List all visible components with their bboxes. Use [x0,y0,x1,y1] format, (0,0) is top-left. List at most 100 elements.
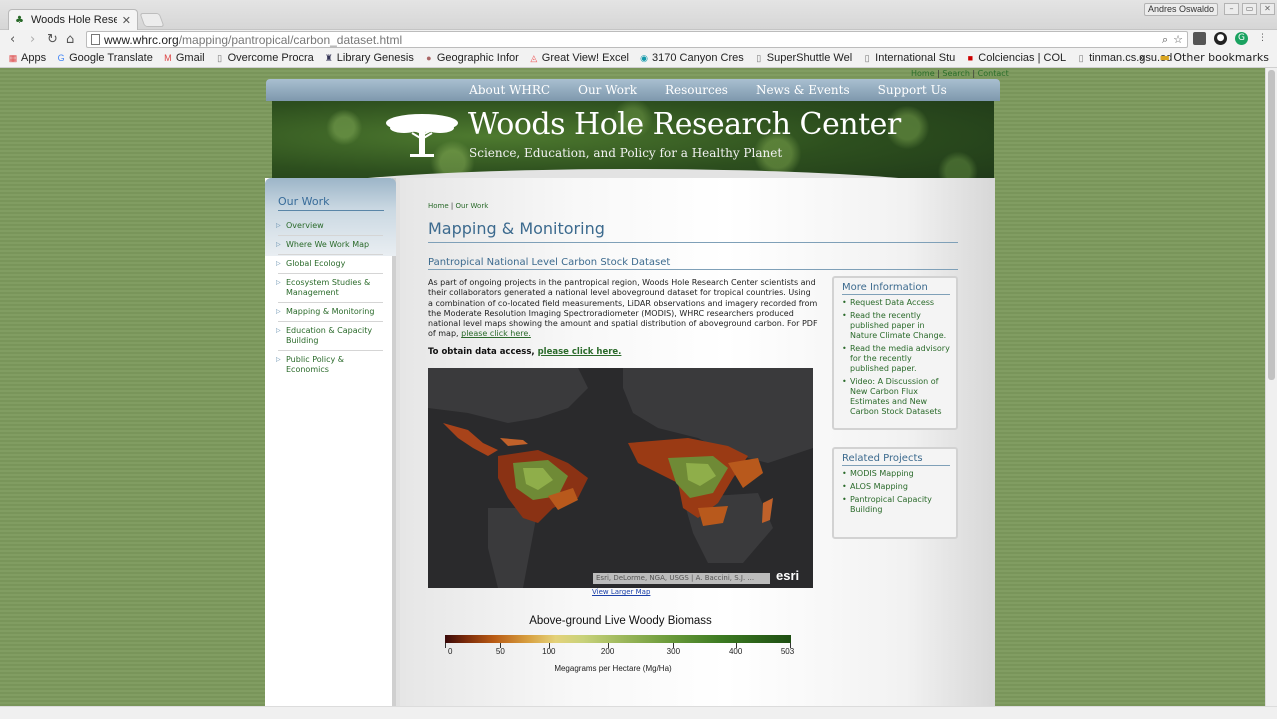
util-search-link[interactable]: Search [942,69,969,78]
browser-toolbar: ‹ › ↻ ⌂ www.whrc.org/mapping/pantropical… [0,30,1277,49]
other-bookmarks-folder[interactable]: ▬ Other bookmarks [1159,51,1269,64]
legend-label: 300 [666,647,681,656]
page-icon: ▯ [864,53,870,63]
zoom-search-icon[interactable]: ⌕ [1162,33,1168,47]
other-bookmarks-label: Other bookmarks [1173,51,1269,64]
bookmark-item[interactable]: ● Geographic Infor [424,52,519,64]
browser-tab[interactable]: ♣ Woods Hole Researc ✕ [8,9,138,30]
forward-icon[interactable]: › [30,32,35,47]
back-icon[interactable]: ‹ [10,32,15,47]
bookmark-item[interactable]: ■ Colciencias | COL [965,52,1067,64]
sidebar-item-where-we-work[interactable]: Where We Work Map [276,236,383,255]
pdf-link[interactable]: please click here. [461,329,531,338]
colciencias-icon: ■ [967,53,973,63]
breadcrumb-home[interactable]: Home [428,202,449,210]
esri-logo: esri [776,568,800,583]
bookmark-item[interactable]: ◉ 3170 Canyon Cres [639,52,744,64]
bookmark-label: Google Translate [69,52,153,64]
bookmark-label: SuperShuttle Wel [766,52,853,64]
bookmark-label: 3170 Canyon Cres [652,52,744,64]
browser-titlebar: ♣ Woods Hole Researc ✕ Andres Oswaldo – … [0,0,1277,30]
bookmark-label: Overcome Procra [227,52,314,64]
nav-support-us[interactable]: Support Us [864,79,961,101]
bookmark-item[interactable]: ▯ Overcome Procra [215,52,314,64]
paper-link[interactable]: Read the recently published paper in Nat… [842,311,950,341]
menu-icon[interactable]: ⋮ [1256,32,1269,45]
bookmarks-bar: ▦ Apps G Google Translate M Gmail ▯ Overcome Pr… [0,49,1277,68]
biomass-map[interactable]: Esri, DeLorme, NGA, USGS | A. Baccini, S… [428,368,813,588]
sidebar-item-education[interactable]: Education & Capacity Building [276,322,383,351]
dark-extension-icon[interactable]: ● [1214,32,1227,45]
horizontal-scrollbar[interactable] [0,706,1277,719]
grammarly-icon[interactable]: G [1235,32,1248,45]
sidebar-item-mapping[interactable]: Mapping & Monitoring [276,303,383,322]
home-icon[interactable]: ⌂ [66,32,74,47]
bookmark-item[interactable]: ♜ Library Genesis [324,52,414,64]
window-close-button[interactable]: ✕ [1260,3,1275,15]
legend-label: 100 [542,647,556,656]
library-icon: ♜ [324,53,333,63]
view-larger-map-link[interactable]: View Larger Map [592,588,650,596]
maximize-button[interactable]: ▭ [1242,3,1257,15]
apps-grid-icon: ▦ [8,53,18,63]
legend-label: 400 [728,647,743,656]
more-information-box: More Information Request Data Access Rea… [832,276,958,430]
map-pin-icon: ◉ [640,53,648,63]
data-access-link[interactable]: please click here. [538,347,622,357]
brand-name[interactable]: Woods Hole Research Center [468,107,901,142]
new-tab-button[interactable] [139,13,165,27]
extension-icon[interactable] [1193,32,1206,45]
globe-icon: ● [426,53,432,63]
sidebar-item-global-ecology[interactable]: Global Ecology [276,255,383,274]
sidebar-list: Overview Where We Work Map Global Ecolog… [276,217,383,379]
bookmark-item[interactable]: ▯ SuperShuttle Wel [754,52,852,64]
folder-icon: ▬ [1159,51,1170,64]
legend-label: 0 [447,647,453,656]
video-link[interactable]: Video: A Discussion of New Carbon Flux E… [842,377,950,417]
sidebar-item-ecosystem-studies[interactable]: Ecosystem Studies & Management [276,274,383,303]
vertical-scrollbar[interactable] [1265,68,1277,706]
bookmark-item[interactable]: M Gmail [163,52,204,64]
site-banner: Woods Hole Research Center Science, Educ… [272,101,994,189]
bookmark-item[interactable]: ◬ Great View! Excel [529,52,629,64]
related-projects-box: Related Projects MODIS Mapping ALOS Mapp… [832,447,958,539]
gmail-icon: M [164,53,172,63]
access-text: To obtain data access, [428,347,535,357]
airbnb-icon: ◬ [530,53,538,63]
bookmark-label: Geographic Infor [436,52,519,64]
nav-about[interactable]: About WHRC [455,79,564,101]
bookmark-item[interactable]: ▯ International Stu [862,52,956,64]
nav-news-events[interactable]: News & Events [742,79,864,101]
tree-favicon-icon: ♣ [15,14,24,26]
bookmarks-overflow-button[interactable]: » [1139,51,1146,64]
modis-mapping-link[interactable]: MODIS Mapping [842,469,950,479]
nav-resources[interactable]: Resources [651,79,742,101]
bookmark-item[interactable]: ▦ Apps [8,52,46,64]
tree-logo-icon[interactable] [382,109,462,159]
alos-mapping-link[interactable]: ALOS Mapping [842,482,950,492]
media-advisory-link[interactable]: Read the media advisory for the recently… [842,344,950,374]
legend-label: 503 [780,647,795,656]
sidebar-item-overview[interactable]: Overview [276,217,383,236]
nav-our-work[interactable]: Our Work [564,79,651,101]
bookmark-star-icon[interactable]: ☆ [1173,33,1183,47]
breadcrumb-our-work[interactable]: Our Work [455,202,488,210]
reload-icon[interactable]: ↻ [47,32,58,47]
sidebar-heading[interactable]: Our Work [278,195,384,211]
url-path: /mapping/pantropical/carbon_dataset.html [178,32,403,47]
profile-button[interactable]: Andres Oswaldo [1144,3,1218,16]
sidebar-item-public-policy[interactable]: Public Policy & Economics [276,351,383,379]
request-data-access-link[interactable]: Request Data Access [842,298,950,308]
util-contact-link[interactable]: Contact [978,69,1009,78]
minimize-button[interactable]: – [1224,3,1239,15]
intro-paragraph: As part of ongoing projects in the pantr… [428,278,818,340]
legend-title: Above-ground Live Woody Biomass [529,615,712,627]
capacity-building-link[interactable]: Pantropical Capacity Building [842,495,950,515]
address-bar[interactable]: www.whrc.org/mapping/pantropical/carbon_… [86,31,1188,48]
scrollbar-thumb[interactable] [1268,70,1275,380]
util-home-link[interactable]: Home [911,69,935,78]
biomass-color-scale [445,635,791,643]
brand-tagline: Science, Education, and Policy for a Hea… [469,146,783,160]
bookmark-item[interactable]: G Google Translate [56,52,153,64]
tab-close-icon[interactable]: ✕ [122,14,131,27]
